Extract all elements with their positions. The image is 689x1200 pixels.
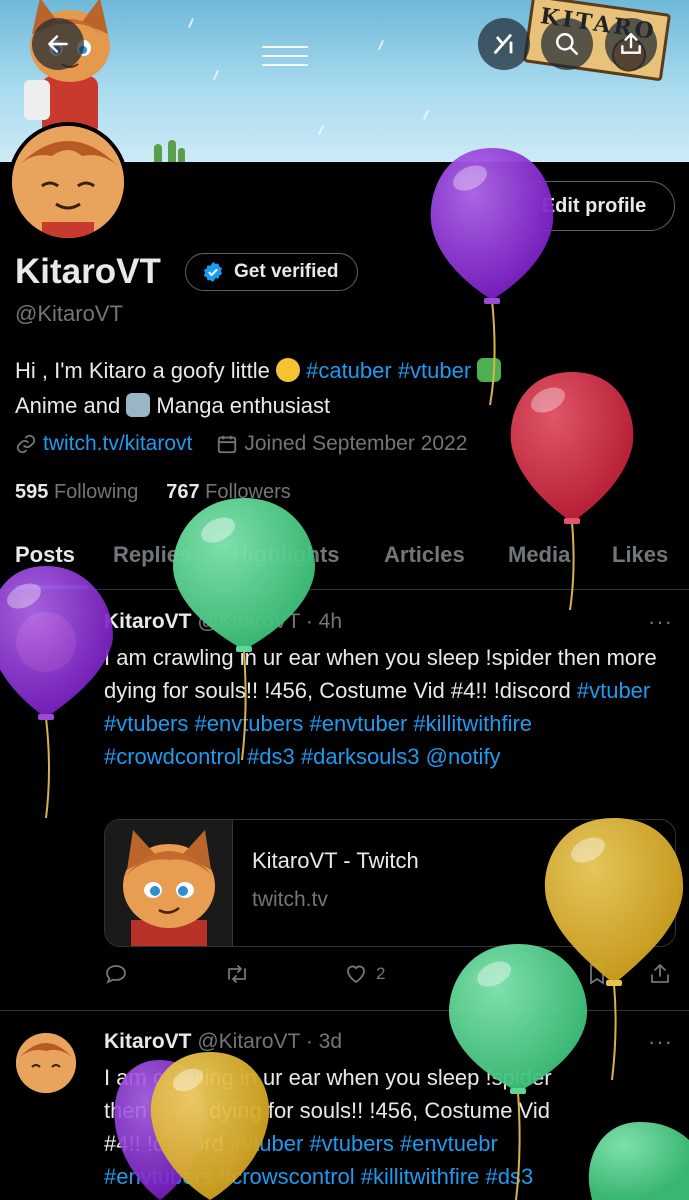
robot-emoji-icon (126, 393, 151, 417)
arrow-left-icon (48, 35, 68, 53)
bio-text: Manga enthusiast (156, 393, 331, 418)
calendar-icon (218, 435, 237, 454)
like-count: 2 (376, 964, 386, 983)
views-chart-icon (469, 965, 486, 983)
grok-icon (493, 33, 513, 55)
followers-label: Followers (205, 481, 291, 503)
post-header: KitaroVT @KitaroVT · 4h (104, 610, 342, 634)
profile-bio: Hi , I'm Kitaro a goofy little #catuber … (15, 353, 655, 423)
waves-decoration (262, 46, 308, 73)
post-author-name[interactable]: KitaroVT (104, 610, 192, 633)
post-divider (0, 1010, 689, 1011)
tab-replies[interactable]: Replies (113, 542, 191, 568)
post-meta: @KitaroVT · 3d (197, 1030, 343, 1053)
post-author-name[interactable]: KitaroVT (104, 1030, 192, 1053)
reply-icon (106, 965, 126, 984)
profile-display-name: KitaroVT (15, 252, 161, 291)
post-body: I am crawling in ur ear when you sleep !… (104, 645, 657, 703)
following-count: 595 (15, 481, 49, 503)
link-card-thumbnail (105, 820, 233, 946)
post-share-button[interactable] (649, 962, 671, 986)
profile-avatar[interactable] (8, 122, 128, 242)
cactus-illustration (154, 140, 185, 162)
post-actions: 2 37 (104, 962, 674, 990)
tabs-divider (0, 589, 689, 590)
tab-likes[interactable]: Likes (612, 542, 668, 568)
edit-profile-button[interactable]: Edit profile (513, 181, 675, 231)
tab-highlights[interactable]: Highlights (232, 542, 340, 568)
followers-link[interactable]: 767 Followers (166, 481, 291, 503)
joined-date: Joined September 2022 (244, 432, 468, 455)
following-link[interactable]: 595 Following (15, 481, 138, 503)
profile-handle: @KitaroVT (15, 301, 123, 326)
like-button[interactable]: 2 (344, 962, 385, 986)
post-body: I am crawling in ur ear when you sleep !… (104, 1065, 552, 1090)
bookmark-button[interactable] (586, 962, 608, 986)
profile-meta: twitch.tv/kitarovt Joined September 2022 (15, 432, 467, 456)
post-text: I am crawling in ur ear when you sleep !… (104, 641, 664, 773)
post-avatar[interactable] (16, 612, 76, 672)
share-button[interactable] (605, 18, 657, 70)
share-icon (621, 33, 641, 54)
views-button[interactable]: 37 (466, 962, 515, 986)
post-hashtags[interactable]: #envtubers #crowscontrol #killitwithfire… (104, 1164, 533, 1189)
dragon-emoji-icon (477, 358, 502, 382)
tab-media[interactable]: Media (508, 542, 570, 568)
search-button[interactable] (541, 18, 593, 70)
following-label: Following (53, 481, 139, 503)
post-body: then more dying for souls!! !456, Costum… (104, 1098, 550, 1123)
verified-badge-icon (203, 261, 223, 283)
more-options-icon[interactable]: ··· (648, 609, 673, 635)
link-card[interactable]: KitaroVT - Twitch twitch.tv (104, 819, 676, 947)
share-icon (651, 964, 669, 983)
tab-articles[interactable]: Articles (384, 542, 465, 568)
profile-tabs: Posts Replies Highlights Articles Media … (0, 530, 689, 590)
link-card-domain: twitch.tv (252, 888, 328, 911)
get-verified-button[interactable]: Get verified (185, 253, 358, 291)
reply-button[interactable] (104, 962, 128, 986)
bio-hashtags[interactable]: #catuber #vtuber (306, 358, 471, 383)
repost-icon (228, 965, 246, 983)
post-hashtags[interactable]: #vtuber #vtubers #envtuebr (230, 1131, 498, 1156)
bookmark-icon (590, 964, 604, 985)
heart-icon (347, 965, 365, 984)
balloon-purple (0, 566, 113, 819)
post-avatar[interactable] (16, 1033, 76, 1093)
link-icon (16, 434, 36, 454)
post-body: #4!! !discord (104, 1131, 230, 1156)
bio-text: Anime and (15, 393, 127, 418)
post-hashtags[interactable]: #darksouls3 @notify (301, 744, 501, 769)
profile-link[interactable]: twitch.tv/kitarovt (43, 432, 192, 456)
link-card-title: KitaroVT - Twitch (252, 848, 419, 873)
views-count: 37 (496, 964, 515, 983)
post-text: I am crawling in ur ear when you sleep !… (104, 1061, 684, 1193)
repost-button[interactable] (224, 962, 250, 986)
followers-count: 767 (166, 481, 200, 503)
post-header: KitaroVT @KitaroVT · 3d (104, 1030, 342, 1054)
tab-posts[interactable]: Posts (15, 542, 75, 568)
post-meta: @KitaroVT · 4h (197, 610, 343, 633)
get-verified-label: Get verified (234, 261, 339, 282)
more-options-icon[interactable]: ··· (648, 1029, 673, 1055)
search-icon (556, 33, 578, 55)
grinning-cat-emoji-icon (275, 358, 300, 382)
follow-stats: 595 Following 767 Followers (15, 481, 291, 504)
grok-button[interactable] (478, 18, 530, 70)
back-button[interactable] (32, 18, 84, 70)
bio-text: Hi , I'm Kitaro a goofy little (15, 358, 276, 383)
